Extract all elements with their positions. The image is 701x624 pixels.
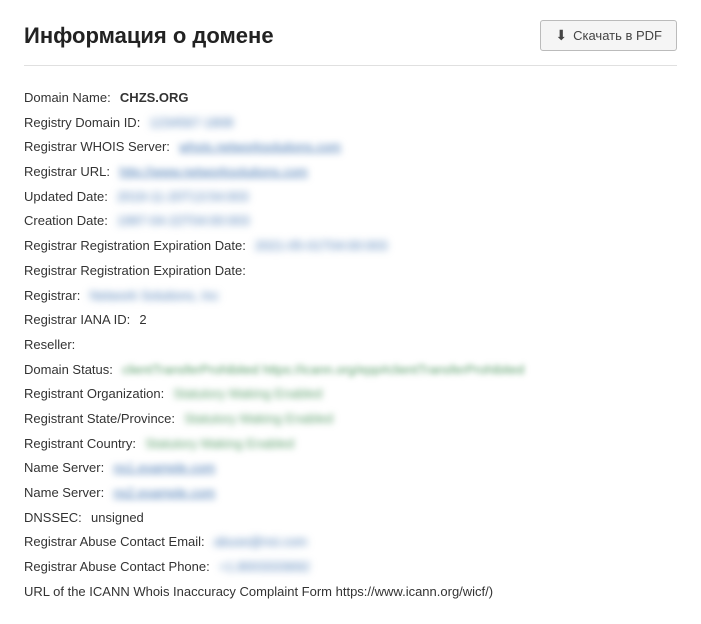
field-value: 1234567-1808 (150, 111, 234, 136)
table-row: Registrar Abuse Contact Phone: +1.800333… (24, 555, 677, 580)
field-value: 2019-11-20T13:54:003 (117, 185, 248, 210)
field-value: 2 (139, 308, 146, 333)
field-label: Name Server: (24, 456, 111, 481)
table-row: Registrar Abuse Contact Email: abuse@nsi… (24, 530, 677, 555)
field-value: unsigned (91, 506, 144, 531)
table-row: Updated Date: 2019-11-20T13:54:003 (24, 185, 677, 210)
table-row: Registrar IANA ID: 2 (24, 308, 677, 333)
field-label: Creation Date: (24, 209, 115, 234)
field-label: DNSSEC: (24, 506, 89, 531)
field-value: clientTransferProhibited https://icann.o… (122, 358, 524, 383)
field-value: Statutory Making Enabled (184, 407, 333, 432)
field-label: Domain Status: (24, 358, 120, 383)
table-row: DNSSEC: unsigned (24, 506, 677, 531)
field-label: Registrar URL: (24, 160, 117, 185)
field-value: Statutory Making Enabled (173, 382, 322, 407)
download-pdf-button[interactable]: ⬇ Скачать в PDF (540, 20, 677, 51)
field-label: Updated Date: (24, 185, 115, 210)
field-label: Registry Domain ID: (24, 111, 148, 136)
field-label: Registrar Abuse Contact Phone: (24, 555, 217, 580)
field-value: ns1.example.com (113, 456, 215, 481)
table-row: Reseller: (24, 333, 677, 358)
field-value: CHZS.ORG (120, 86, 189, 111)
field-value: whois.networksolutions.com (179, 135, 341, 160)
table-row: Registrant State/Province: Statutory Mak… (24, 407, 677, 432)
table-row: Registrar Registration Expiration Date: (24, 259, 677, 284)
field-value: http://www.networksolutions.com (119, 160, 308, 185)
table-row: Registrar URL: http://www.networksolutio… (24, 160, 677, 185)
table-row: Registry Domain ID: 1234567-1808 (24, 111, 677, 136)
field-label: Registrar Registration Expiration Date: (24, 234, 253, 259)
field-label: Registrant State/Province: (24, 407, 182, 432)
field-value: +1.8003333692 (219, 555, 310, 580)
table-row: Creation Date: 1997-04-22T04:00:003 (24, 209, 677, 234)
field-label: URL of the ICANN Whois Inaccuracy Compla… (24, 580, 493, 605)
field-label: Registrar Registration Expiration Date: (24, 259, 253, 284)
field-value: ns2.example.com (113, 481, 215, 506)
page-title: Информация о домене (24, 23, 274, 49)
table-row: Name Server: ns2.example.com (24, 481, 677, 506)
field-value: 1997-04-22T04:00:003 (117, 209, 249, 234)
download-button-label: Скачать в PDF (573, 28, 662, 43)
table-row: Registrar WHOIS Server: whois.networksol… (24, 135, 677, 160)
field-label: Reseller: (24, 333, 83, 358)
table-row: Registrar Registration Expiration Date: … (24, 234, 677, 259)
field-value: 2021-05-01T04:00:003 (255, 234, 387, 259)
field-label: Registrar Abuse Contact Email: (24, 530, 212, 555)
field-value: Network Solutions, Inc (90, 284, 219, 309)
field-label: Registrar WHOIS Server: (24, 135, 177, 160)
table-row: URL of the ICANN Whois Inaccuracy Compla… (24, 580, 677, 605)
domain-info-table: Domain Name: CHZS.ORGRegistry Domain ID:… (24, 86, 677, 604)
field-label: Registrant Country: (24, 432, 143, 457)
field-label: Registrar IANA ID: (24, 308, 137, 333)
field-label: Domain Name: (24, 86, 118, 111)
table-row: Name Server: ns1.example.com (24, 456, 677, 481)
download-icon: ⬇ (555, 27, 567, 44)
table-row: Domain Name: CHZS.ORG (24, 86, 677, 111)
field-label: Registrar: (24, 284, 88, 309)
table-row: Registrant Organization: Statutory Makin… (24, 382, 677, 407)
page-header: Информация о домене ⬇ Скачать в PDF (24, 20, 677, 66)
field-value: Statutory Making Enabled (145, 432, 294, 457)
table-row: Registrant Country: Statutory Making Ena… (24, 432, 677, 457)
field-label: Name Server: (24, 481, 111, 506)
table-row: Registrar: Network Solutions, Inc (24, 284, 677, 309)
field-label: Registrant Organization: (24, 382, 171, 407)
table-row: Domain Status: clientTransferProhibited … (24, 358, 677, 383)
field-value: abuse@nsi.com (214, 530, 307, 555)
